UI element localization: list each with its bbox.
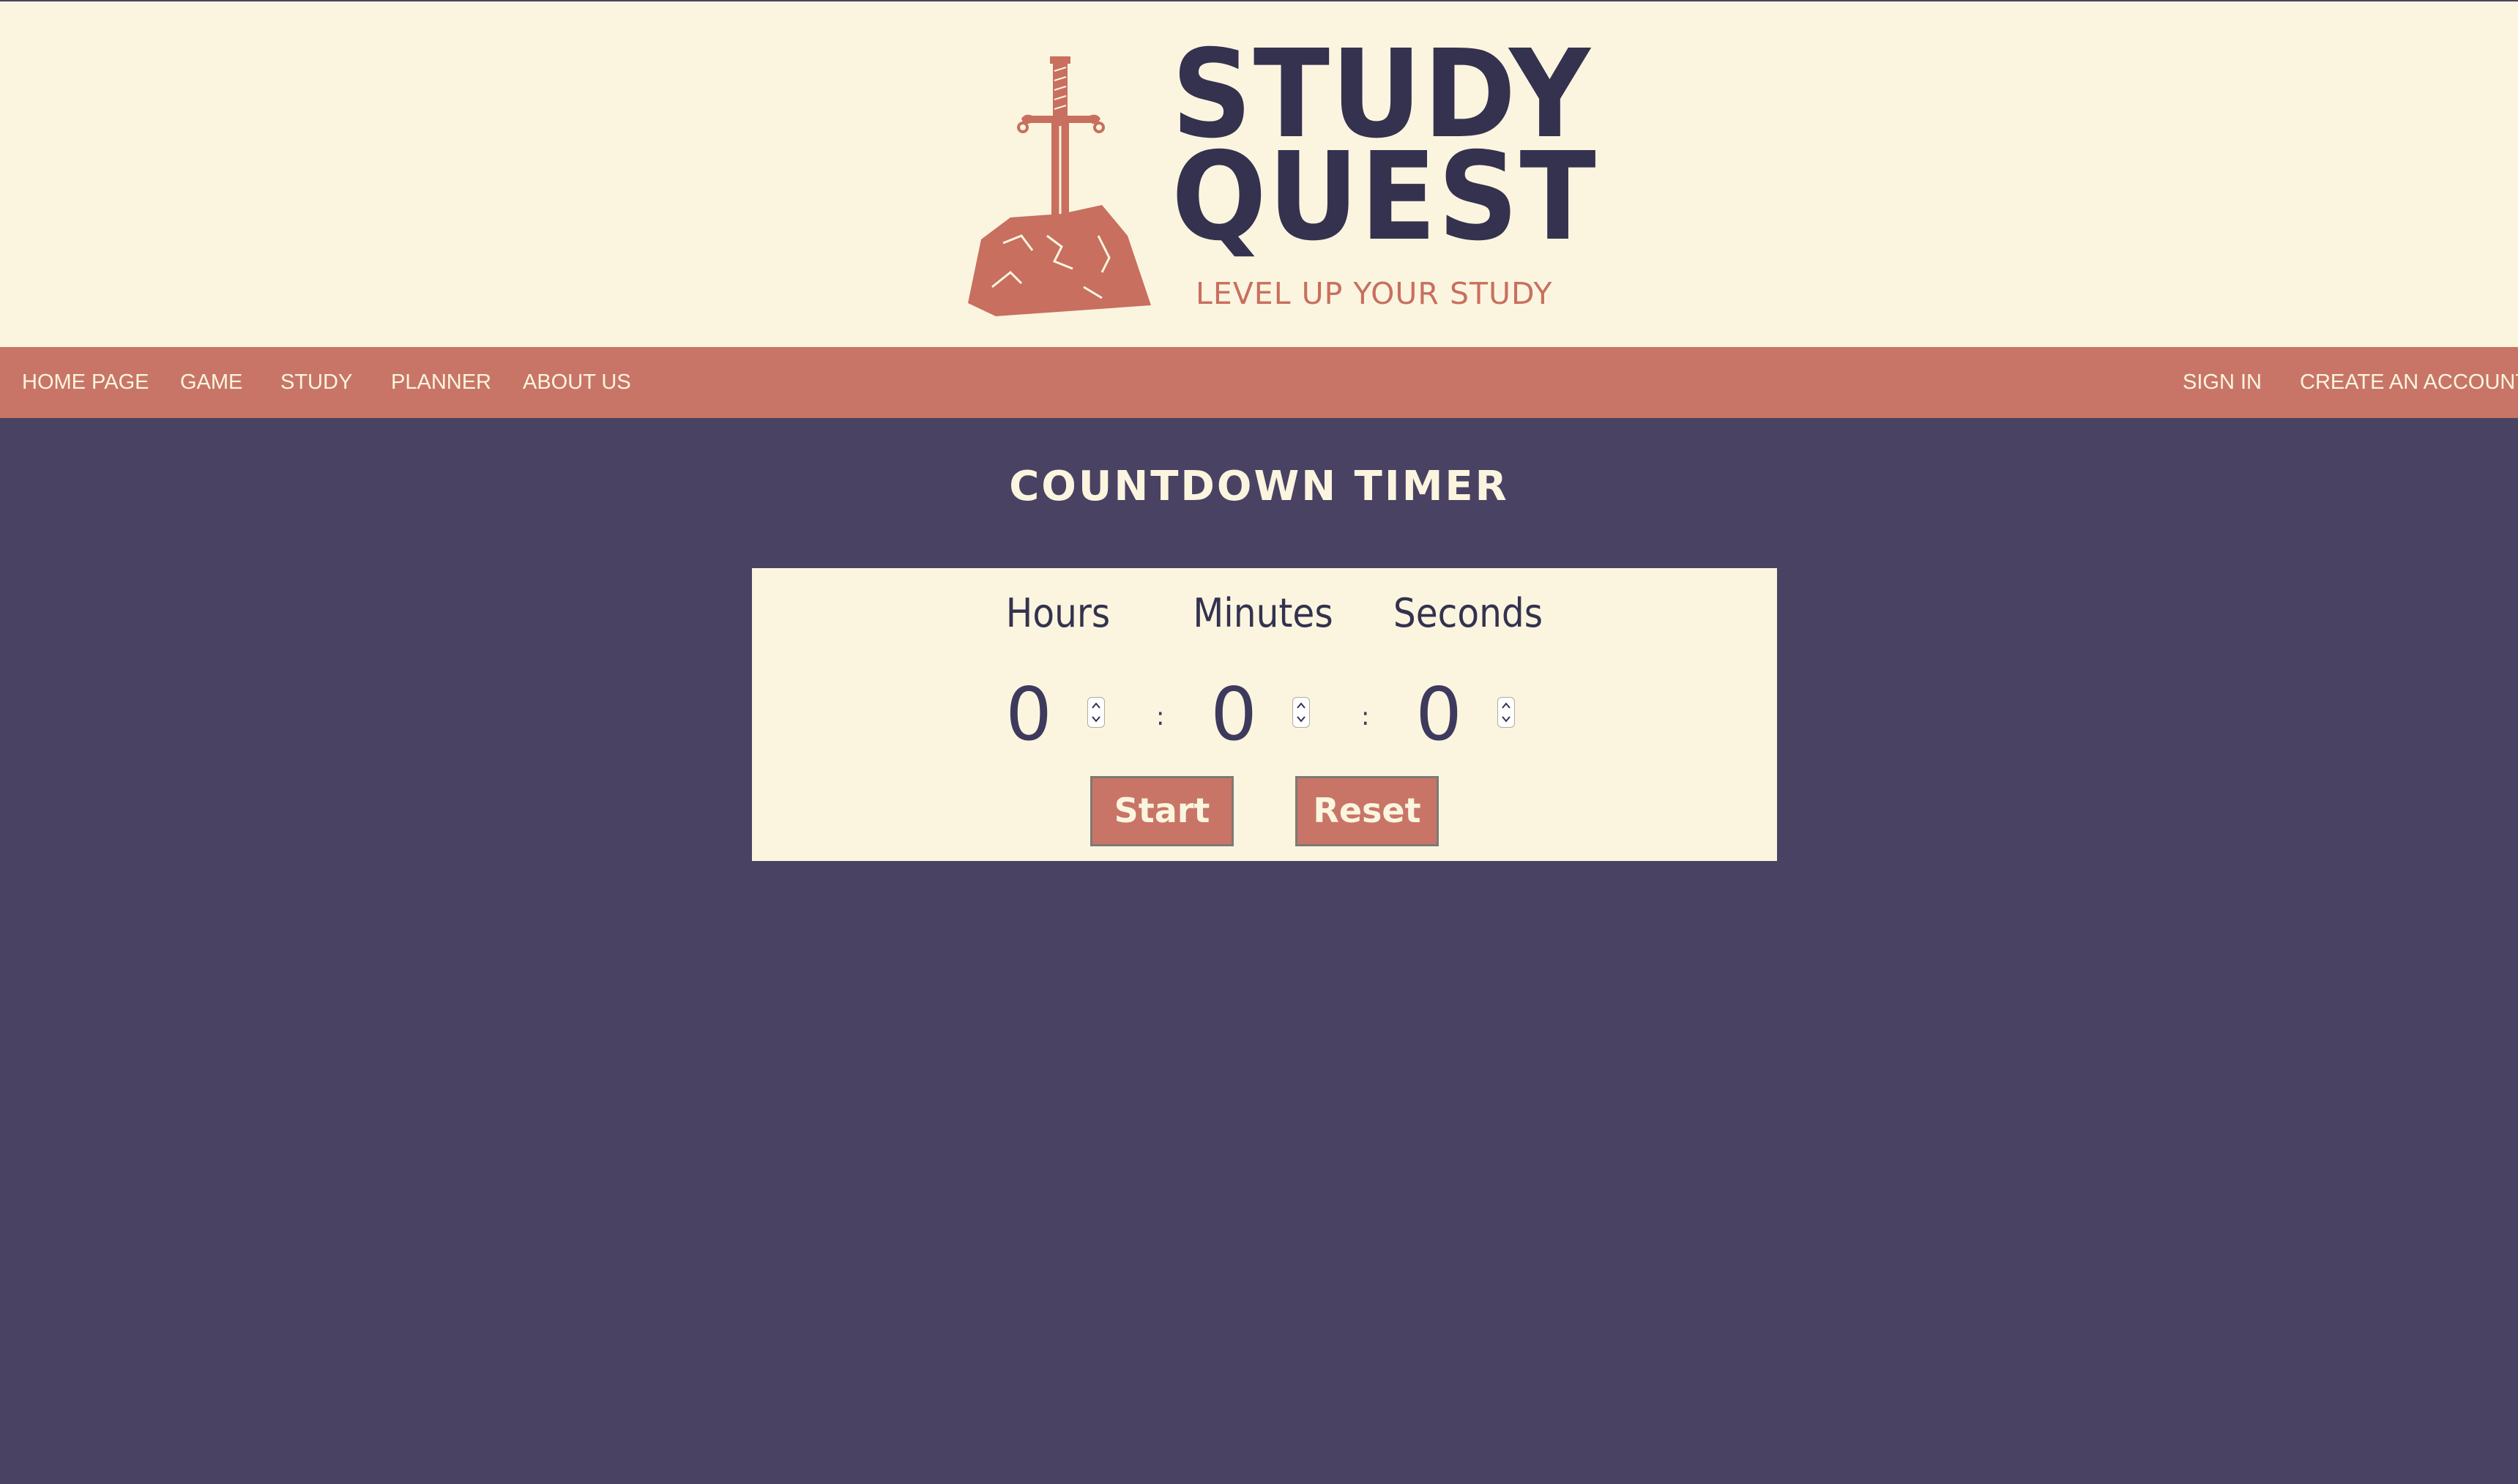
- logo-title-line2: QUEST: [1172, 127, 1598, 268]
- chevron-up-icon[interactable]: [1500, 699, 1512, 712]
- main-nav: HOME PAGE GAME STUDY PLANNER ABOUT US SI…: [0, 347, 2518, 418]
- separator: :: [1361, 702, 1370, 731]
- minutes-label: Minutes: [1193, 590, 1333, 636]
- nav-game[interactable]: GAME: [180, 347, 242, 418]
- separator: :: [1156, 702, 1165, 731]
- seconds-label: Seconds: [1393, 590, 1543, 636]
- logo-title: STUDY QUEST: [1172, 34, 1598, 268]
- logo[interactable]: STUDY QUEST LEVEL UP YOUR STUDY: [952, 16, 1596, 331]
- timer-card: Hours Minutes Seconds 0 : 0 : 0 Start Re…: [752, 568, 1777, 861]
- minutes-input[interactable]: 0: [1204, 678, 1263, 751]
- chevron-up-icon[interactable]: [1295, 699, 1307, 712]
- nav-study[interactable]: STUDY: [280, 347, 352, 418]
- seconds-stepper[interactable]: [1497, 697, 1515, 728]
- site-header: STUDY QUEST LEVEL UP YOUR STUDY: [0, 1, 2518, 347]
- nav-sign-in[interactable]: SIGN IN: [2183, 347, 2262, 418]
- reset-button[interactable]: Reset: [1295, 776, 1439, 846]
- nav-home-page[interactable]: HOME PAGE: [22, 347, 149, 418]
- chevron-down-icon[interactable]: [1500, 712, 1512, 726]
- nav-planner[interactable]: PLANNER: [391, 347, 491, 418]
- nav-about-us[interactable]: ABOUT US: [523, 347, 631, 418]
- nav-create-account[interactable]: CREATE AN ACCOUNT: [2300, 347, 2518, 418]
- chevron-up-icon[interactable]: [1090, 699, 1102, 712]
- sword-in-stone-icon: [968, 56, 1151, 316]
- hours-label: Hours: [1005, 590, 1111, 636]
- start-button[interactable]: Start: [1090, 776, 1234, 846]
- chevron-down-icon[interactable]: [1295, 712, 1307, 726]
- logo-tagline: LEVEL UP YOUR STUDY: [1196, 276, 1553, 311]
- hours-input[interactable]: 0: [999, 678, 1058, 751]
- chevron-down-icon[interactable]: [1090, 712, 1102, 726]
- page-title: COUNTDOWN TIMER: [1009, 463, 1509, 510]
- seconds-input[interactable]: 0: [1409, 678, 1468, 751]
- minutes-stepper[interactable]: [1292, 697, 1310, 728]
- hours-stepper[interactable]: [1087, 697, 1105, 728]
